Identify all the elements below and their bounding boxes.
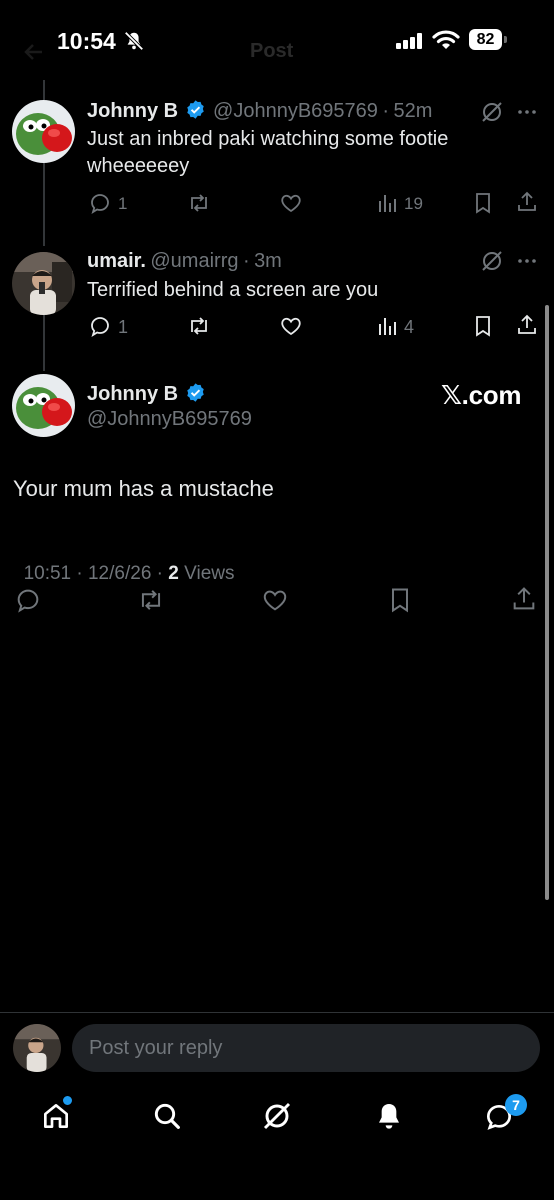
notifications-icon[interactable] [373, 1100, 405, 1132]
share-button[interactable] [510, 585, 538, 613]
bookmark-button[interactable] [386, 586, 414, 614]
author-line: Johnny B [87, 382, 206, 406]
post-timestamp: 10:51 · 12/6/26 · [23, 563, 169, 584]
wifi-icon [432, 30, 460, 50]
post-text-line: Just an inbred paki watching some footie [87, 128, 449, 150]
avatar[interactable] [12, 100, 75, 163]
battery-cap [504, 36, 507, 43]
separator: · [382, 100, 390, 122]
reply-count: 1 [118, 194, 128, 213]
author-handle[interactable]: @umairrg [150, 250, 238, 272]
divider [0, 1012, 554, 1013]
scrollbar[interactable] [545, 305, 549, 900]
author-name[interactable]: Johnny B [87, 383, 178, 405]
reply-button[interactable] [88, 314, 112, 338]
separator: · [242, 250, 250, 272]
search-icon[interactable] [151, 1100, 183, 1132]
views-number: 2 [168, 563, 179, 584]
avatar[interactable] [12, 252, 75, 315]
tweet-header: umair. @umairrg · 3m [87, 250, 477, 273]
like-button[interactable] [279, 314, 303, 338]
views-label: Views [178, 563, 235, 584]
thread-line-2 [43, 315, 45, 371]
notification-dot [62, 1095, 73, 1106]
post-time: 3m [254, 250, 282, 272]
tweet-header: Johnny B @JohnnyB695769 · 52m [87, 99, 487, 123]
share-button[interactable] [515, 190, 539, 214]
battery-level: 82 [469, 29, 502, 50]
repost-button[interactable] [136, 586, 166, 614]
back-arrow-icon[interactable] [22, 40, 46, 64]
views-icon[interactable] [376, 191, 400, 215]
views-count: 19 [404, 194, 423, 213]
views-icon[interactable] [376, 314, 400, 338]
views-count: 4 [404, 317, 415, 337]
post-text-line: wheeeeeey [87, 155, 190, 177]
reply-button[interactable] [88, 191, 112, 215]
author-handle[interactable]: @JohnnyB695769 [213, 100, 378, 122]
my-avatar[interactable] [13, 1024, 61, 1072]
bookmark-button[interactable] [471, 314, 495, 338]
post-text: Just an inbred paki watching some footie… [87, 126, 448, 180]
page-title: Post [250, 40, 294, 62]
avatar[interactable] [12, 374, 75, 437]
silent-mode-icon [123, 30, 145, 52]
verified-badge-icon [185, 99, 206, 120]
x-watermark: 𝕏.com [441, 380, 522, 410]
bookmark-button[interactable] [471, 191, 495, 215]
like-button[interactable] [261, 586, 289, 614]
grok-icon[interactable] [480, 100, 504, 124]
more-options-icon[interactable] [515, 249, 539, 273]
reply-count: 1 [118, 317, 129, 337]
repost-button[interactable] [186, 314, 212, 338]
post-time: 52m [393, 100, 433, 122]
author-name[interactable]: Johnny B [87, 100, 178, 122]
author-name[interactable]: umair. [87, 250, 146, 272]
status-time: 10:54 [57, 28, 116, 54]
messages-badge: 7 [505, 1094, 527, 1116]
cellular-signal-icon [396, 33, 424, 49]
reply-input[interactable]: Post your reply [72, 1024, 540, 1072]
repost-button[interactable] [186, 191, 212, 215]
main-post-text: Your mum has a mustache [13, 476, 274, 501]
grok-icon[interactable] [480, 249, 504, 273]
reply-button[interactable] [14, 586, 42, 614]
post-metadata: 10:51 · 12/6/26 · 2 Views [13, 541, 235, 585]
post-text: Terrified behind a screen are you [87, 279, 379, 301]
share-button[interactable] [515, 313, 539, 337]
verified-badge-icon [185, 382, 206, 403]
thread-line-1 [43, 162, 45, 246]
more-options-icon[interactable] [515, 100, 539, 124]
like-button[interactable] [279, 191, 303, 215]
author-handle[interactable]: @JohnnyB695769 [87, 408, 252, 431]
thread-line-top [43, 80, 45, 100]
grok-nav-icon[interactable] [261, 1100, 293, 1132]
